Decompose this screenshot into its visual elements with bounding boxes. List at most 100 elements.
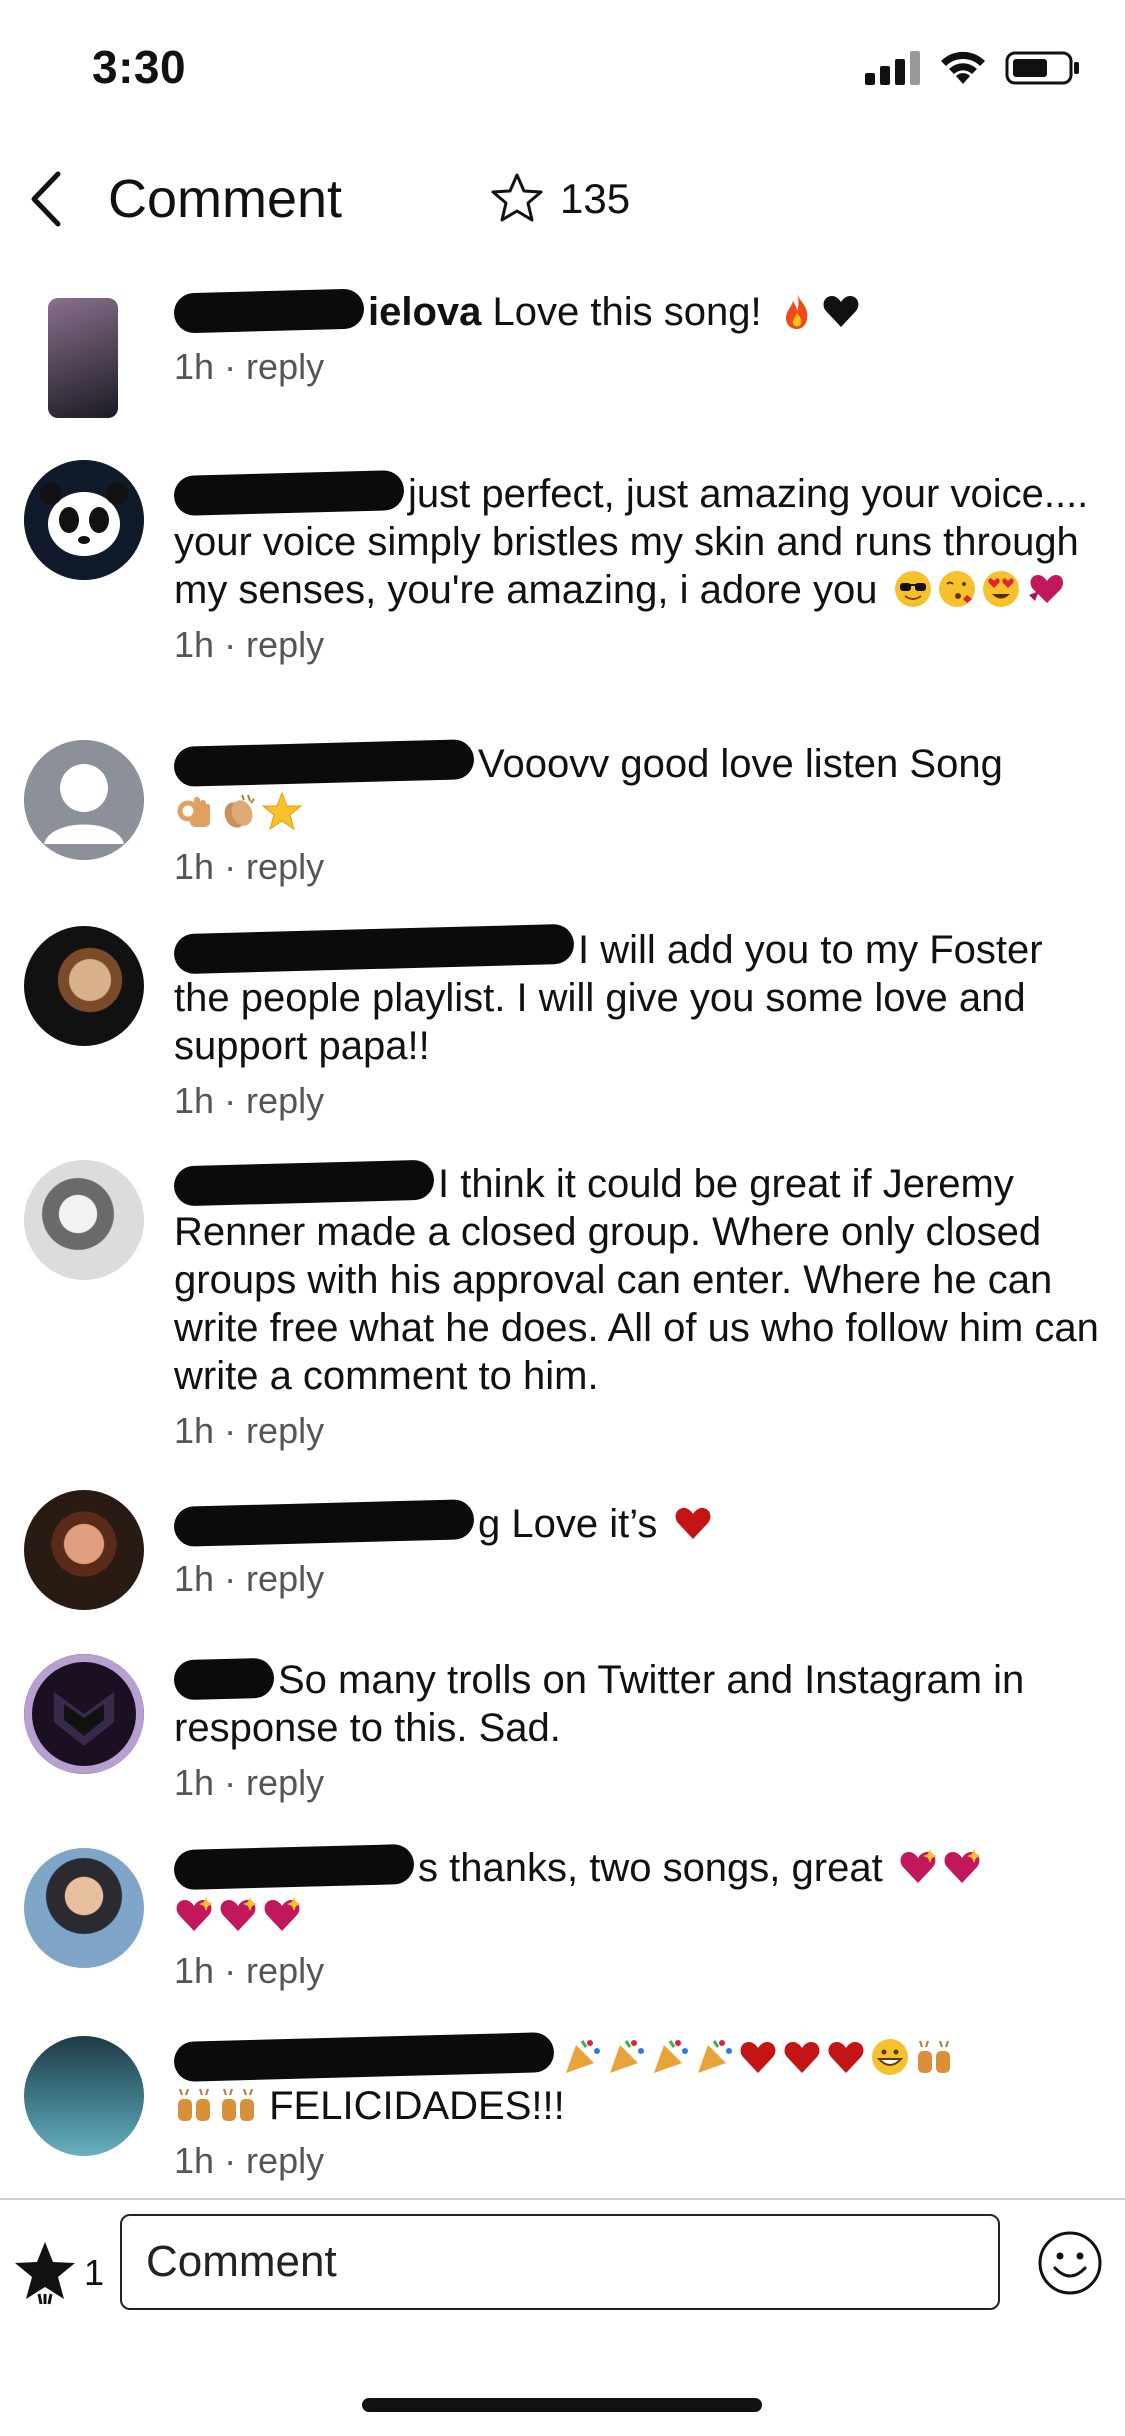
default-user-icon — [24, 740, 144, 860]
comment-text: just perfect, just amazing your voice...… — [173, 469, 1105, 614]
avatar[interactable] — [24, 740, 144, 860]
avatar[interactable] — [24, 1160, 144, 1280]
sparkling-heart-emoji-icon — [264, 1897, 301, 1931]
reply-link[interactable]: · reply — [224, 346, 324, 387]
sparkling-heart-emoji-icon — [176, 1897, 213, 1931]
avatar[interactable] — [48, 298, 118, 418]
panda-avatar-icon — [24, 460, 144, 580]
comment-item: FELICIDADES!!! 1h · reply — [0, 2020, 1125, 2200]
favorite-button[interactable]: 135 — [488, 170, 630, 228]
status-bar: 3:30 — [0, 0, 1125, 140]
red-heart-emoji-icon — [828, 2042, 864, 2073]
avatar[interactable] — [24, 2036, 144, 2156]
comment-time: 1h — [174, 846, 215, 887]
comment-composer: 1 — [0, 2198, 1125, 2340]
reply-link[interactable]: · reply — [224, 1080, 324, 1121]
avatar[interactable] — [24, 1490, 144, 1610]
comment-time: 1h — [174, 2140, 215, 2181]
comment-input[interactable] — [120, 2214, 1000, 2310]
favorite-button[interactable] — [10, 2238, 80, 2313]
party-popper-emoji-icon — [610, 2040, 644, 2073]
redacted-username — [173, 923, 575, 975]
raising-hands-emoji-icon — [178, 2088, 210, 2121]
comment-meta: 1h · reply — [174, 624, 1105, 666]
comment-time: 1h — [174, 1410, 215, 1451]
reply-link[interactable]: · reply — [224, 1762, 324, 1803]
reply-link[interactable]: · reply — [224, 1558, 324, 1599]
sparkling-heart-emoji-icon — [900, 1849, 937, 1883]
comment-item: So many trolls on Twitter and Instagram … — [0, 1642, 1125, 1832]
reply-link[interactable]: · reply — [224, 1410, 324, 1451]
comment-meta: 1h · reply — [174, 1558, 1105, 1600]
redacted-username — [173, 739, 475, 787]
comment-text: s thanks, two songs, great — [173, 1843, 1105, 1940]
comment-body: So many trolls on Twitter and Instagram … — [174, 1658, 1025, 1750]
comment-time: 1h — [174, 1762, 215, 1803]
avatar[interactable] — [24, 1848, 144, 1968]
reply-link[interactable]: · reply — [224, 2140, 324, 2181]
avatar[interactable] — [24, 460, 144, 580]
emoji-button[interactable] — [1037, 2230, 1103, 2301]
comment-meta: 1h · reply — [174, 1410, 1105, 1452]
home-indicator[interactable] — [362, 2398, 762, 2412]
wifi-icon — [941, 51, 985, 84]
favorite-count: 1 — [84, 2252, 105, 2293]
comment-time: 1h — [174, 1080, 215, 1121]
comment-text: FELICIDADES!!! — [173, 2032, 1105, 2130]
sparkling-heart-emoji-icon — [944, 1849, 981, 1883]
nav-bar: Comment 135 — [0, 150, 1125, 250]
comment-item: I will add you to my Foster the people p… — [0, 912, 1125, 1142]
sunglasses-emoji-icon — [894, 571, 931, 607]
comment-text: I will add you to my Foster the people p… — [173, 923, 1105, 1070]
grinning-face-emoji-icon — [872, 2039, 908, 2075]
sparkling-heart-emoji-icon — [220, 1897, 257, 1931]
redacted-username — [173, 288, 365, 334]
status-time: 3:30 — [92, 41, 187, 93]
comment-body: FELICIDADES!!! — [269, 2084, 565, 2128]
comment-item: just perfect, just amazing your voice...… — [0, 440, 1125, 710]
party-popper-emoji-icon — [566, 2040, 600, 2073]
comment-meta: 1h · reply — [174, 1762, 1105, 1804]
red-heart-emoji-icon — [784, 2042, 820, 2073]
fire-emoji-icon — [785, 294, 808, 329]
ok-hand-emoji-icon — [177, 797, 210, 827]
cellular-signal-icon — [865, 51, 920, 85]
comment-meta: 1h · reply — [174, 2140, 1105, 2182]
comment-body: Love this song! — [492, 290, 762, 334]
reply-link[interactable]: · reply — [224, 846, 324, 887]
reply-link[interactable]: · reply — [224, 624, 324, 665]
clapping-hands-emoji-icon — [224, 794, 255, 828]
comment-time: 1h — [174, 346, 215, 387]
reply-link[interactable]: · reply — [224, 1950, 324, 1991]
comment-item: s thanks, two songs, great 1h · reply — [0, 1830, 1125, 2020]
comment-text: I think it could be great if Jeremy Renn… — [173, 1159, 1105, 1400]
username-tail: s — [418, 1846, 438, 1890]
kiss-emoji-icon — [938, 571, 975, 607]
smiley-face-icon — [1038, 2231, 1102, 2295]
comment-meta: 1h · reply — [174, 1080, 1105, 1122]
star-outline-icon — [491, 173, 543, 222]
comment-time: 1h — [174, 624, 215, 665]
username-tail: g — [478, 1502, 501, 1546]
redacted-username — [173, 2032, 555, 2082]
red-heart-emoji-icon — [675, 1508, 710, 1539]
comment-item: ielova Love this song! 1h · reply — [0, 272, 1125, 422]
comment-meta: 1h · reply — [174, 846, 1105, 888]
comment-meta: 1h · reply — [174, 1950, 1105, 1992]
red-heart-emoji-icon — [740, 2042, 776, 2073]
comment-time: 1h — [174, 1950, 215, 1991]
avatar[interactable] — [24, 926, 144, 1046]
hawkeye-logo-icon — [24, 1654, 144, 1774]
comment-text: ielova Love this song! — [173, 288, 1105, 336]
redacted-username — [173, 1499, 475, 1547]
redacted-username — [173, 1843, 415, 1891]
black-heart-emoji-icon — [823, 296, 859, 327]
star-emoji-icon — [262, 791, 302, 831]
comment-body: Love it’s — [511, 1502, 658, 1546]
avatar[interactable] — [24, 1654, 144, 1774]
heart-ribbon-emoji-icon — [1028, 575, 1063, 603]
comment-item: Vooovv good love listen Song 1h · reply — [0, 726, 1125, 896]
username-tail: ielova — [368, 290, 482, 334]
comment-text: g Love it’s — [173, 1499, 1105, 1548]
back-button[interactable] — [20, 164, 80, 234]
